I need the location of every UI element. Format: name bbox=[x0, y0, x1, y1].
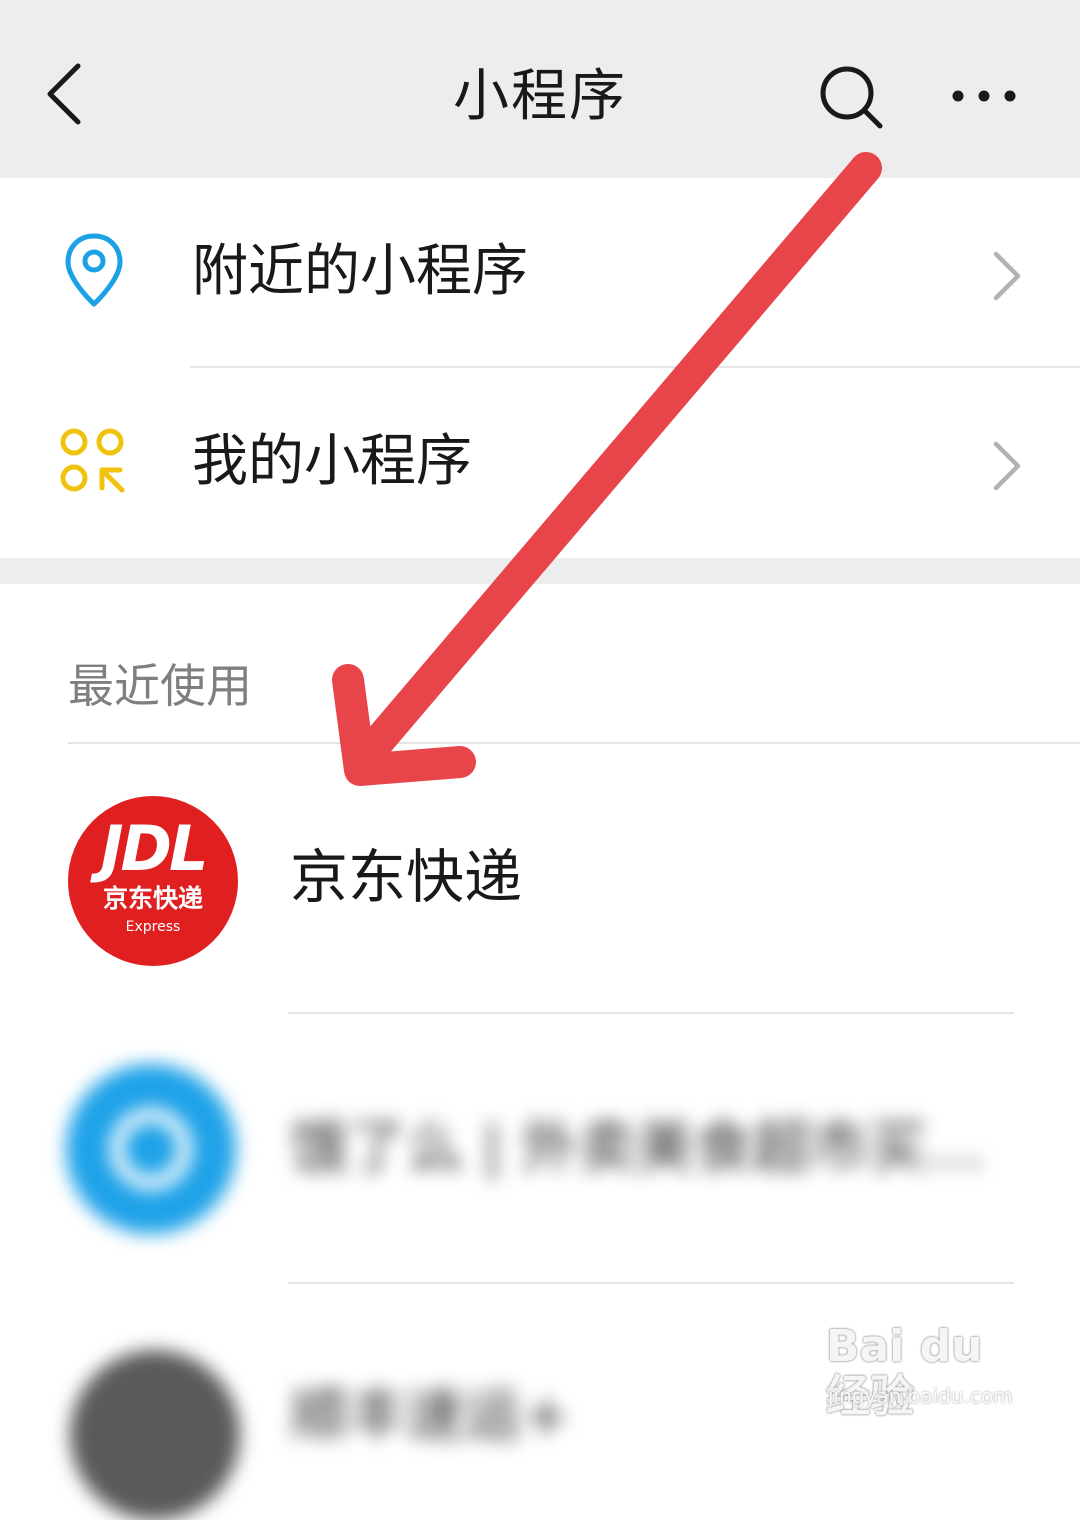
location-pin-icon bbox=[65, 233, 123, 307]
more-horizontal-icon[interactable] bbox=[948, 82, 1020, 110]
sf-logo bbox=[70, 1350, 240, 1520]
jdl-logo-cn: 京东快递 bbox=[102, 884, 203, 913]
app-name: 京东快递 bbox=[290, 843, 523, 911]
chevron-right-icon bbox=[993, 251, 1021, 301]
recent-item-eleme[interactable]: 饿了么 | 外卖美食超市买菜… bbox=[0, 1014, 1080, 1284]
app-name: 顺丰速运+ bbox=[290, 1381, 571, 1449]
menu-item-nearby[interactable]: 附近的小程序 bbox=[0, 178, 1080, 368]
baidu-jingyan-watermark: Bai du 经验 jingyan.baidu.com bbox=[826, 1322, 1026, 1422]
jdl-logo: JDL 京东快递 Express bbox=[68, 796, 238, 966]
jdl-logo-en: Express bbox=[125, 919, 181, 935]
title-bar: 小程序 bbox=[0, 0, 1080, 178]
eleme-logo-inner bbox=[110, 1108, 192, 1190]
app-name: 饿了么 | 外卖美食超市买菜… bbox=[290, 1113, 1014, 1181]
chevron-right-icon bbox=[993, 441, 1021, 491]
mini-program-icon bbox=[60, 428, 125, 493]
menu-item-label: 我的小程序 bbox=[192, 429, 472, 494]
menu-item-my-mini-programs[interactable]: 我的小程序 bbox=[0, 368, 1080, 558]
recent-section-title: 最近使用 bbox=[68, 659, 252, 713]
section-gap bbox=[0, 558, 1080, 584]
jdl-logo-mark: JDL bbox=[100, 812, 208, 885]
page-title: 小程序 bbox=[453, 64, 627, 129]
recent-item-jd-express[interactable]: JDL 京东快递 Express 京东快递 bbox=[0, 744, 1080, 1014]
search-icon[interactable] bbox=[816, 62, 886, 132]
watermark-url: jingyan.baidu.com bbox=[828, 1384, 1013, 1408]
eleme-logo bbox=[66, 1064, 236, 1234]
menu-item-label: 附近的小程序 bbox=[192, 239, 528, 304]
